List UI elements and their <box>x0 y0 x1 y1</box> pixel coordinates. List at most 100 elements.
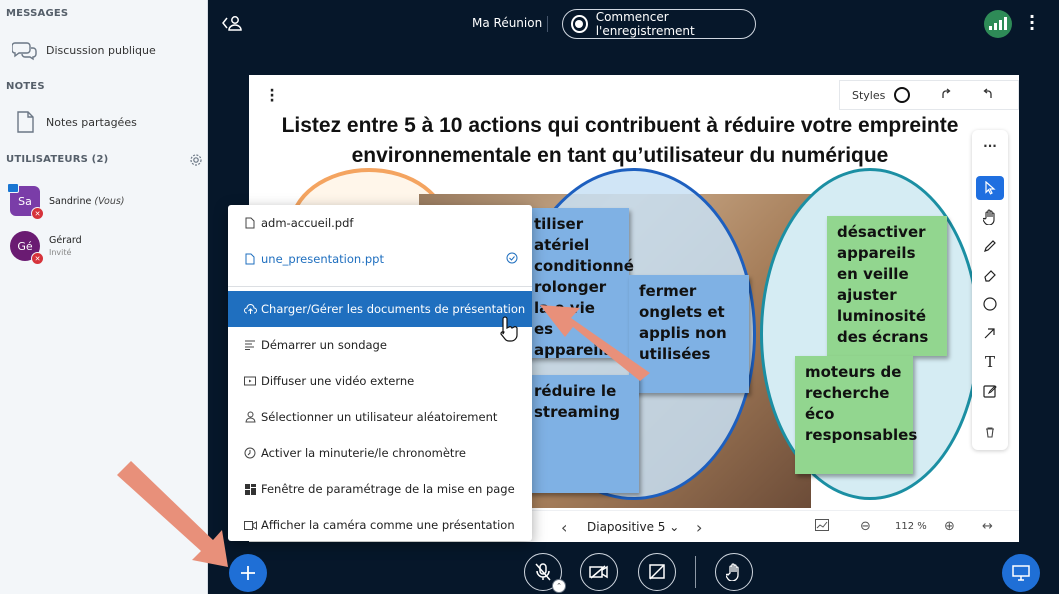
public-chat-label: Discussion publique <box>46 43 156 57</box>
sticky-note: tiliser atériel conditionné rolonger la … <box>524 208 634 359</box>
camera-icon <box>243 520 257 530</box>
layout-settings-menu-item[interactable]: Fenêtre de paramétrage de la mise en pag… <box>228 471 532 507</box>
avatar: Sa ✕ <box>7 183 44 220</box>
camera-button[interactable] <box>580 553 618 591</box>
divider <box>547 16 548 32</box>
chat-bubbles-icon <box>10 36 40 64</box>
whiteboard-styles-bar: Styles <box>839 80 1019 110</box>
file-name: une_presentation.ppt <box>261 252 384 266</box>
styles-label[interactable]: Styles <box>852 89 885 102</box>
menu-item-label: Charger/Gérer les documents de présentat… <box>261 302 526 316</box>
more-tools-icon[interactable]: ··· <box>976 134 1004 158</box>
previous-slide-icon[interactable]: ‹ <box>561 518 567 537</box>
user-list-item[interactable]: Gé ✕ Gérard Invité <box>0 226 208 266</box>
camera-as-content-menu-item[interactable]: Afficher la caméra comme une présentatio… <box>228 507 532 543</box>
trash-icon[interactable] <box>976 420 1004 444</box>
record-icon <box>571 15 588 33</box>
slide-title: Listez entre 5 à 10 actions qui contribu… <box>249 111 991 171</box>
sidebar: MESSAGES Discussion publique NOTES Notes… <box>0 0 208 594</box>
user-list-item[interactable]: Sa ✕ Sandrine (Vous) <box>0 181 208 221</box>
screen-share-off-icon <box>649 564 665 580</box>
avatar: Gé ✕ <box>10 231 44 265</box>
random-user-menu-item[interactable]: Sélectionner un utilisateur aléatoiremen… <box>228 399 532 435</box>
text-tool-icon[interactable]: T <box>976 350 1004 374</box>
check-circle-icon <box>506 252 518 267</box>
camera-off-icon <box>589 565 608 579</box>
plus-icon <box>241 566 255 580</box>
hand-icon <box>726 563 739 581</box>
options-menu-icon[interactable]: · · · <box>1027 9 1037 37</box>
you-label: (Vous) <box>94 195 125 207</box>
slide-selector-label: Diapositive 5 <box>587 520 666 534</box>
start-poll-menu-item[interactable]: Démarrer un sondage <box>228 327 532 363</box>
slide-options-icon[interactable]: · · · <box>268 84 276 108</box>
toggle-userlist-icon[interactable] <box>221 14 243 36</box>
poll-icon <box>243 340 257 350</box>
top-bar: Ma Réunion Commencer l'enregistrement · ·… <box>209 0 1059 48</box>
audio-options-chevron-icon[interactable]: ⌃ <box>552 579 566 593</box>
fit-width-icon[interactable]: ↔ <box>982 519 993 534</box>
slide-title-line: Listez entre 5 à 10 actions qui contribu… <box>281 114 959 137</box>
menu-item-label: Activer la minuterie/le chronomètre <box>261 446 466 460</box>
users-section-title: UTILISATEURS (2) <box>6 154 109 165</box>
sidebar-item-shared-notes[interactable]: Notes partagées <box>0 105 208 139</box>
slide-selector[interactable]: Diapositive 5 ⌄ <box>587 520 679 534</box>
eraser-tool-icon[interactable] <box>976 263 1004 287</box>
file-icon <box>243 253 257 265</box>
slide-title-line: environnementale en tant qu’utilisateur … <box>351 144 889 167</box>
external-video-menu-item[interactable]: Diffuser une vidéo externe <box>228 363 532 399</box>
presentation-toggle-button[interactable] <box>1002 554 1040 592</box>
gear-icon[interactable] <box>189 152 203 171</box>
note-tool-icon[interactable] <box>976 379 1004 403</box>
zoom-level: 112 % <box>895 521 927 532</box>
hand-tool-icon[interactable] <box>976 205 1004 229</box>
chart-icon[interactable] <box>815 519 829 535</box>
menu-item-label: Démarrer un sondage <box>261 338 387 352</box>
muted-mic-icon: ✕ <box>31 207 44 220</box>
actions-menu: adm-accueil.pdf une_presentation.ppt Cha… <box>228 205 532 541</box>
sidebar-item-public-chat[interactable]: Discussion publique <box>0 33 208 67</box>
user-name: Gérard <box>49 235 82 246</box>
sticky-note: moteurs de recherche éco responsables <box>795 356 917 474</box>
divider <box>695 556 696 588</box>
next-slide-icon[interactable]: › <box>696 518 702 537</box>
zoom-in-icon[interactable]: ⊕ <box>944 519 955 534</box>
avatar-initials: Gé <box>17 239 33 253</box>
avatar-initials: Sa <box>18 194 32 208</box>
user-icon <box>243 411 257 423</box>
file-name: adm-accueil.pdf <box>261 216 354 230</box>
menu-item-label: Fenêtre de paramétrage de la mise en pag… <box>261 482 515 496</box>
pencil-tool-icon[interactable] <box>976 234 1004 258</box>
menu-item-file[interactable]: adm-accueil.pdf <box>228 205 532 241</box>
arrow-tool-icon[interactable] <box>976 321 1004 345</box>
redo-icon[interactable] <box>940 87 952 103</box>
file-icon <box>243 217 257 229</box>
zoom-out-icon[interactable]: ⊖ <box>860 519 871 534</box>
timer-menu-item[interactable]: Activer la minuterie/le chronomètre <box>228 435 532 471</box>
start-recording-button[interactable]: Commencer l'enregistrement <box>562 9 756 39</box>
menu-item-label: Diffuser une vidéo externe <box>261 374 415 388</box>
screen-share-button[interactable] <box>638 553 676 591</box>
user-name: Sandrine <box>49 195 92 207</box>
undo-icon[interactable] <box>982 87 994 103</box>
video-icon <box>243 376 257 386</box>
notes-section-title: NOTES <box>6 81 45 92</box>
connection-status-icon[interactable] <box>984 10 1012 38</box>
muted-mic-icon: ✕ <box>31 252 44 265</box>
actions-plus-button[interactable] <box>229 554 267 592</box>
sticky-note: réduire le streaming <box>524 375 639 493</box>
ellipse-tool-icon[interactable] <box>976 292 1004 316</box>
presenter-icon <box>7 183 19 193</box>
color-circle-icon[interactable] <box>894 87 911 103</box>
menu-item-label: Afficher la caméra comme une présentatio… <box>261 518 515 532</box>
muted-microphone-icon <box>535 563 551 581</box>
select-tool-icon[interactable] <box>976 176 1004 200</box>
layout-grid-icon <box>243 483 257 495</box>
raise-hand-button[interactable] <box>715 553 753 591</box>
sticky-note: fermer onglets et applis non utilisées <box>629 275 749 393</box>
manage-presentations-menu-item[interactable]: Charger/Gérer les documents de présentat… <box>228 291 532 327</box>
messages-section-title: MESSAGES <box>6 8 69 19</box>
user-role: Invité <box>49 248 72 257</box>
presentation-icon <box>1012 565 1030 581</box>
menu-item-file[interactable]: une_presentation.ppt <box>228 241 532 277</box>
